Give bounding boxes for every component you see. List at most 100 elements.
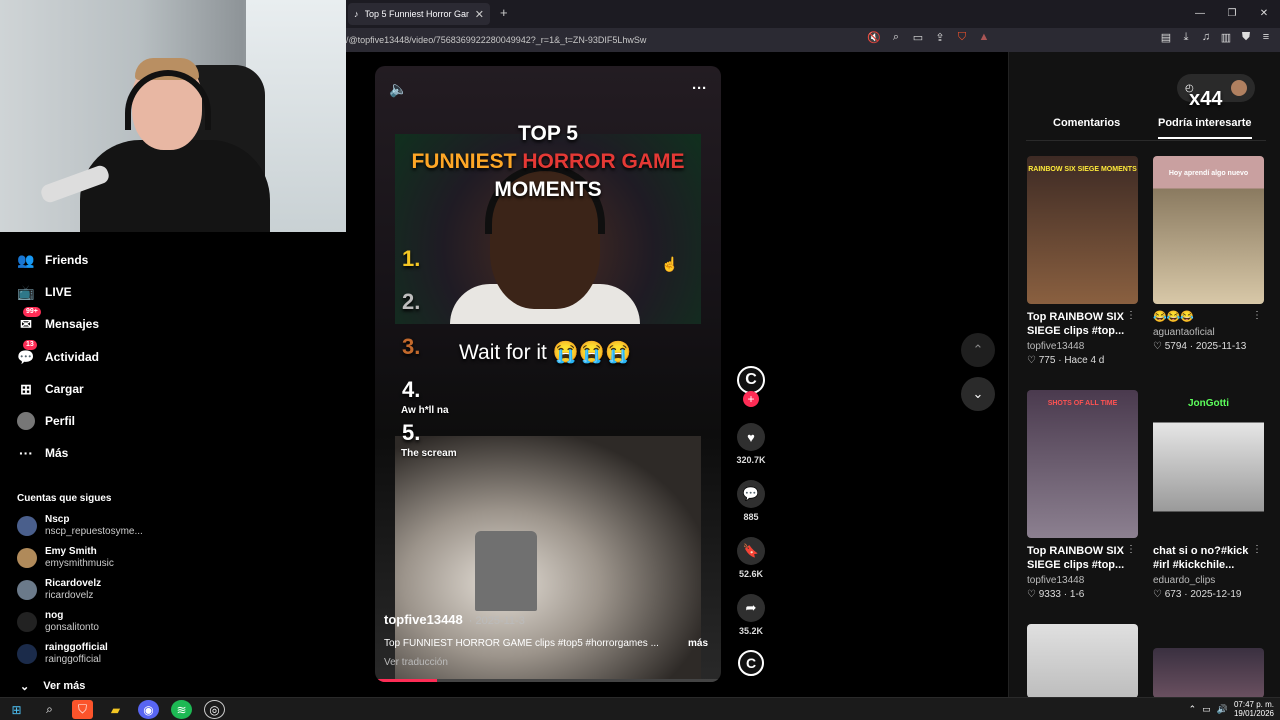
brave-shield-icon[interactable]: ⛉ [954, 31, 970, 44]
video-title-line3: MOMENTS [494, 178, 602, 201]
panel-icon[interactable]: ▥ [1218, 31, 1234, 44]
following-item[interactable]: nog gonsalitonto [17, 607, 99, 637]
clock[interactable]: 07:47 p. m. 19/01/2026 [1234, 700, 1274, 718]
obs-icon[interactable]: ◎ [204, 700, 225, 719]
nav-label: Cargar [45, 382, 84, 396]
zoom-icon[interactable]: ⌕ [888, 31, 904, 44]
overlay-counter: x44 [1189, 88, 1223, 110]
live-icon: 📺 [17, 283, 35, 300]
comment-count: 885 [743, 512, 759, 522]
suggested-video-card[interactable]: SHOTS OF ALL TIME ⋮ Top RAINBOW SIX SIEG… [1027, 390, 1138, 600]
previous-video-button[interactable]: ⌃ [961, 333, 995, 367]
tray-chevron-icon[interactable]: ⌃ [1189, 704, 1197, 715]
brave-browser-icon[interactable]: ⛉ [72, 700, 93, 719]
more-options-icon[interactable]: ··· [692, 80, 707, 97]
nav-messages[interactable]: ✉ 99+ Mensajes [17, 306, 99, 335]
see-more-button[interactable]: ⌄ Ver más [20, 680, 85, 693]
rewards-icon[interactable]: ▲ [976, 31, 992, 44]
translate-link[interactable]: Ver traducción [384, 657, 448, 668]
nav-label: Actividad [45, 350, 100, 364]
like-button[interactable]: ♥ 320.7K [733, 423, 769, 465]
mute-icon[interactable]: 🔇 [866, 31, 882, 44]
save-button[interactable]: 🔖 52.6K [733, 537, 769, 579]
comment-icon: 💬 [737, 480, 765, 508]
video-thumbnail[interactable]: JonGotti [1153, 390, 1264, 538]
close-window-icon[interactable]: ✕ [1248, 0, 1280, 26]
browser-tab[interactable]: ♪ Top 5 Funniest Horror Game ✕ [348, 3, 490, 25]
download-icon[interactable]: ⤓ [1178, 31, 1194, 44]
more-description-link[interactable]: más [688, 638, 708, 649]
spotify-icon[interactable]: ≋ [171, 700, 192, 719]
nav-upload[interactable]: ⊞ Cargar [17, 378, 84, 400]
following-handle: emysmithmusic [45, 558, 114, 569]
card-more-icon[interactable]: ⋮ [1126, 310, 1136, 321]
tab-suggestions[interactable]: Podría interesarte [1158, 117, 1252, 139]
discord-icon[interactable]: ◉ [138, 700, 159, 719]
nav-friends[interactable]: 👥 Friends [17, 249, 88, 271]
close-tab-icon[interactable]: ✕ [475, 8, 484, 21]
chevron-down-icon: ⌄ [20, 681, 30, 693]
card-more-icon[interactable]: ⋮ [1126, 544, 1136, 555]
minimize-icon[interactable]: — [1184, 0, 1216, 26]
card-stats: ♡ 9333 · 1-6 [1027, 589, 1085, 600]
following-item[interactable]: Ricardovelz ricardovelz [17, 575, 101, 605]
sidebar-toggle-icon[interactable]: ▤ [1158, 31, 1174, 44]
network-icon[interactable]: ▭ [1202, 704, 1211, 715]
browser-tab-bar: ♪ Top 5 Funniest Horror Game ✕ + — ❐ ✕ [346, 0, 1280, 28]
url-field[interactable]: /@topfive13448/video/7568369922280049942… [346, 32, 861, 49]
windows-start-icon[interactable]: ⊞ [6, 700, 27, 719]
video-progress-bar[interactable] [375, 679, 721, 682]
following-item[interactable]: Emy Smith emysmithmusic [17, 543, 114, 573]
video-thumbnail[interactable]: Hoy aprendí algo nuevo [1153, 156, 1264, 304]
follow-plus-icon[interactable]: + [743, 391, 759, 407]
tab-comments[interactable]: Comentarios [1053, 117, 1120, 129]
mouse-cursor-icon: ☝ [661, 256, 679, 272]
creator-avatar[interactable]: C + [733, 366, 769, 407]
video-player[interactable]: TOP 5 FUNNIEST HORROR GAME MOMENTS 1. 2.… [375, 66, 721, 682]
suggested-video-card[interactable] [1027, 624, 1138, 698]
next-video-button[interactable]: ⌄ [961, 377, 995, 411]
heart-icon: ♥ [737, 423, 765, 451]
file-explorer-icon[interactable]: ▰ [105, 700, 126, 719]
wait-caption: Wait for it 😭😭😭 [459, 341, 632, 364]
nav-profile[interactable]: Perfil [17, 410, 75, 432]
following-item[interactable]: Nscp nscp_repuestosyme... [17, 511, 143, 541]
card-more-icon[interactable]: ⋮ [1252, 310, 1262, 321]
volume-icon[interactable]: 🔈 [389, 80, 408, 98]
nav-live[interactable]: 📺 LIVE [17, 281, 71, 303]
music-icon[interactable]: ♫ [1198, 31, 1214, 44]
video-thumbnail[interactable] [1027, 624, 1138, 698]
suggested-video-card[interactable] [1153, 648, 1264, 698]
video-thumbnail[interactable] [1153, 648, 1264, 698]
restore-icon[interactable]: ❐ [1216, 0, 1248, 26]
share-count: 35.2K [738, 626, 764, 636]
address-bar: /@topfive13448/video/7568369922280049942… [346, 28, 1280, 52]
volume-tray-icon[interactable]: 🔊 [1217, 704, 1228, 715]
suggested-video-card[interactable]: Hoy aprendí algo nuevo ⋮ 😂😂😂 aguantaofic… [1153, 156, 1264, 352]
cast-icon[interactable]: ▭ [910, 31, 926, 44]
video-author[interactable]: topfive13448 · 2025-11-3 [384, 612, 525, 627]
nav-activity[interactable]: 💬 13 Actividad [17, 339, 100, 368]
video-thumbnail[interactable]: SHOTS OF ALL TIME [1027, 390, 1138, 538]
video-thumbnail[interactable]: RAINBOW SIX SIEGE MOMENTS [1027, 156, 1138, 304]
activity-badge: 13 [23, 339, 37, 350]
suggested-video-card[interactable]: JonGotti ⋮ chat si o no?#kick #irl #kick… [1153, 390, 1264, 600]
share-button[interactable]: ➦ 35.2K [733, 594, 769, 636]
following-handle: rainggofficial [45, 654, 101, 665]
suggested-video-card[interactable]: RAINBOW SIX SIEGE MOMENTS ⋮ Top RAINBOW … [1027, 156, 1138, 366]
share-icon[interactable]: ⇪ [932, 31, 948, 44]
sound-disc[interactable]: C [733, 650, 769, 676]
save-count: 52.6K [738, 569, 764, 579]
see-more-label: Ver más [43, 680, 86, 692]
menu-icon[interactable]: ≡ [1258, 31, 1274, 44]
vpn-icon[interactable]: ⛊ [1238, 31, 1254, 44]
new-tab-icon[interactable]: + [500, 5, 508, 20]
card-more-icon[interactable]: ⋮ [1252, 544, 1262, 555]
thumbnail-text: RAINBOW SIX SIEGE MOMENTS [1028, 166, 1137, 173]
nav-more[interactable]: ··· Más [17, 442, 68, 464]
search-icon[interactable]: ⌕ [39, 700, 60, 719]
following-item[interactable]: rainggofficial rainggofficial [17, 639, 108, 669]
avatar[interactable] [1231, 80, 1247, 96]
comment-button[interactable]: 💬 885 [733, 480, 769, 522]
video-date: · 2025-11-3 [468, 615, 525, 627]
